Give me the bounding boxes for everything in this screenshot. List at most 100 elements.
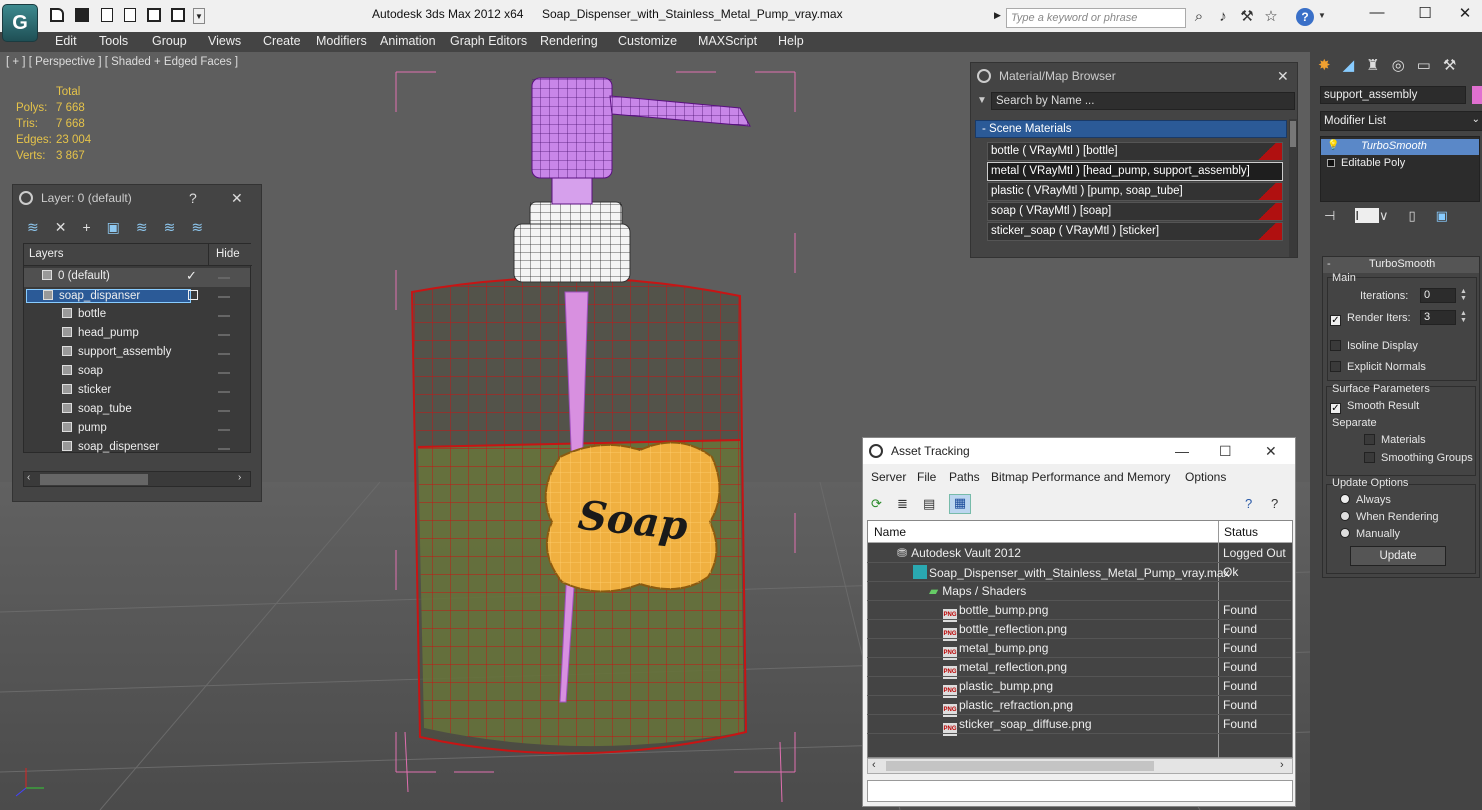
col-status[interactable]: Status	[1224, 525, 1258, 539]
asset-path-field[interactable]	[867, 780, 1293, 802]
create-tab-icon[interactable]: ✸	[1318, 57, 1343, 74]
material-browser-close-icon[interactable]: ✕	[1277, 63, 1289, 89]
layer-row[interactable]: bottle	[24, 306, 250, 325]
hide-all-icon[interactable]: ≋	[164, 219, 192, 235]
hide-toggle[interactable]	[218, 372, 230, 374]
asset-row[interactable]: ⛃ Autodesk Vault 2012 Logged Out	[867, 544, 1291, 563]
add-to-layer-icon[interactable]: +	[82, 219, 106, 235]
app-logo-button[interactable]: G	[2, 4, 38, 42]
menu-rendering[interactable]: Rendering	[540, 34, 598, 48]
maximize-button[interactable]: ☐	[1410, 4, 1440, 24]
menu-edit[interactable]: Edit	[55, 34, 77, 48]
layer-row[interactable]: pump	[24, 420, 250, 439]
explicit-normals-row[interactable]: Explicit Normals	[1330, 361, 1426, 373]
menu-graph-editors[interactable]: Graph Editors	[450, 34, 527, 48]
material-item[interactable]: soap ( VRayMtl ) [soap]	[987, 202, 1283, 221]
table-view-icon[interactable]: ▦	[949, 494, 971, 514]
open-file-icon[interactable]	[50, 8, 64, 22]
modifier-list-dropdown[interactable]: Modifier List ⌄	[1320, 111, 1482, 131]
isoline-row[interactable]: Isoline Display	[1330, 340, 1418, 352]
render-iters-row[interactable]: ✓ Render Iters:	[1330, 312, 1411, 326]
material-vscrollbar[interactable]	[1289, 119, 1297, 257]
object-color-swatch[interactable]	[1472, 86, 1482, 104]
when-rendering-radio[interactable]	[1340, 511, 1350, 521]
menu-group[interactable]: Group	[152, 34, 187, 48]
asset-hscrollbar[interactable]: ‹ ›	[867, 758, 1293, 774]
menu-tools[interactable]: Tools	[99, 34, 128, 48]
menu-help[interactable]: Help	[778, 34, 804, 48]
quick-access-dropdown[interactable]: ▼	[193, 8, 205, 24]
hold-icon[interactable]	[147, 8, 161, 22]
scroll-left-icon[interactable]: ‹	[872, 759, 876, 771]
viewport-label[interactable]: [ + ] [ Perspective ] [ Shaded + Edged F…	[6, 56, 238, 68]
scroll-right-icon[interactable]: ›	[238, 472, 241, 483]
asset-row[interactable]: ▰ Maps / Shaders	[867, 582, 1291, 601]
select-objects-icon[interactable]: ▣	[107, 219, 136, 235]
smooth-result-row[interactable]: ✓ Smooth Result	[1330, 400, 1419, 414]
delete-layer-icon[interactable]: ✕	[55, 219, 83, 235]
layer-close-icon[interactable]: ✕	[231, 185, 243, 211]
subscription-icon[interactable]: ♪	[1214, 8, 1232, 26]
search-expand-arrow[interactable]: ▶	[994, 10, 1002, 24]
layer-row[interactable]: soap_tube	[24, 401, 250, 420]
asset-scroll-thumb[interactable]	[886, 761, 1154, 771]
asset-help-icon[interactable]: ?	[1245, 496, 1252, 511]
undo-icon[interactable]	[101, 8, 113, 22]
asset-menu-file[interactable]: File	[917, 470, 936, 484]
asset-menu-options[interactable]: Options	[1185, 470, 1226, 484]
asset-row[interactable]: PNG plastic_bump.png Found	[867, 677, 1291, 698]
layer-row[interactable]: head_pump	[24, 325, 250, 344]
stack-item-turbosmooth[interactable]: 💡 TurboSmooth	[1321, 139, 1479, 155]
layer-row[interactable]: 0 (default) ✓	[24, 268, 250, 287]
hide-toggle[interactable]	[218, 334, 230, 336]
menu-customize[interactable]: Customize	[618, 34, 677, 48]
show-end-result-icon[interactable]: I	[1355, 208, 1379, 223]
smoothing-groups-checkbox[interactable]	[1364, 452, 1375, 463]
scroll-right-icon[interactable]: ›	[1280, 759, 1284, 771]
layer-row[interactable]: support_assembly	[24, 344, 250, 363]
smooth-result-checkbox[interactable]: ✓	[1330, 403, 1341, 414]
menu-animation[interactable]: Animation	[380, 34, 436, 48]
scene-materials-group[interactable]: - Scene Materials	[975, 120, 1287, 138]
refresh-icon[interactable]: ⟳	[871, 496, 882, 512]
render-iters-spinner[interactable]: 3	[1420, 310, 1456, 325]
remove-modifier-icon[interactable]: ▯	[1408, 208, 1435, 223]
always-row[interactable]: Always	[1340, 494, 1391, 506]
pin-stack-icon[interactable]: ⊣	[1324, 208, 1355, 223]
asset-row[interactable]: PNG bottle_bump.png Found	[867, 601, 1291, 622]
motion-tab-icon[interactable]: ◎	[1392, 57, 1417, 74]
asset-row[interactable]: PNG metal_reflection.png Found	[867, 658, 1291, 679]
material-scroll-thumb[interactable]	[1290, 121, 1296, 147]
list-view-icon[interactable]: ≣	[897, 496, 908, 512]
stack-item-editable-poly[interactable]: Editable Poly	[1321, 156, 1479, 172]
binoculars-icon[interactable]: ⌕	[1190, 8, 1208, 26]
material-search-input[interactable]: Search by Name ...	[991, 92, 1295, 110]
configure-sets-icon[interactable]: ▣	[1436, 208, 1468, 223]
hide-toggle[interactable]	[218, 448, 230, 450]
close-button[interactable]: ✕	[1450, 4, 1480, 24]
render-iters-checkbox[interactable]: ✓	[1330, 315, 1341, 326]
create-layer-icon[interactable]: ≋	[27, 219, 55, 235]
scroll-left-icon[interactable]: ‹	[27, 472, 30, 483]
save-icon[interactable]	[75, 8, 89, 22]
materials-checkbox[interactable]	[1364, 434, 1375, 445]
communication-center-icon[interactable]: ⚒	[1238, 8, 1256, 26]
menu-create[interactable]: Create	[263, 34, 301, 48]
current-layer-check-icon[interactable]: ✓	[186, 268, 197, 284]
col-layers[interactable]: Layers	[29, 248, 64, 260]
asset-menu-bitmap[interactable]: Bitmap Performance and Memory	[991, 470, 1170, 484]
material-item[interactable]: bottle ( VRayMtl ) [bottle]	[987, 142, 1283, 161]
hierarchy-tab-icon[interactable]: ♜	[1366, 57, 1391, 74]
help-icon[interactable]: ?	[1296, 8, 1314, 26]
menu-modifiers[interactable]: Modifiers	[316, 34, 367, 48]
minimize-button[interactable]: —	[1362, 4, 1392, 24]
hide-toggle[interactable]	[218, 353, 230, 355]
display-tab-icon[interactable]: ▭	[1417, 57, 1443, 74]
spinner-arrows-icon[interactable]: ▲ ▼	[1460, 310, 1467, 324]
redo-icon[interactable]	[124, 8, 136, 22]
asset-maximize-button[interactable]: ☐	[1219, 438, 1232, 464]
material-item[interactable]: metal ( VRayMtl ) [head_pump, support_as…	[987, 162, 1283, 181]
asset-row[interactable]: Soap_Dispenser_with_Stainless_Metal_Pump…	[867, 563, 1291, 582]
search-input[interactable]: Type a keyword or phrase	[1006, 8, 1186, 28]
asset-menu-server[interactable]: Server	[871, 470, 906, 484]
